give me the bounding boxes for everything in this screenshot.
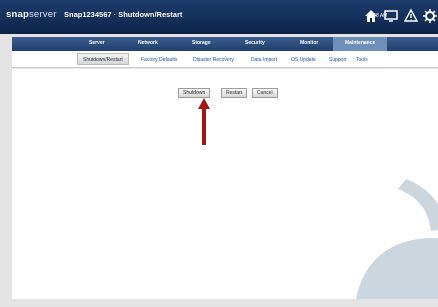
content-panel: Shutdown Restart Cancel — [12, 69, 438, 299]
home-icon[interactable] — [363, 8, 379, 24]
restart-button[interactable]: Restart — [221, 88, 248, 98]
nav-monitor[interactable]: Monitor — [300, 40, 318, 46]
logo-bold-text: snap — [6, 9, 29, 20]
nav-security[interactable]: Security — [245, 40, 265, 46]
gear-icon[interactable] — [422, 8, 438, 24]
snapserver-logo: snapserver — [6, 9, 57, 20]
submenu-tools[interactable]: Tools — [356, 57, 368, 63]
background-watermark — [356, 179, 438, 299]
top-header: snapserver Snap1234567 · Shutdown/Restar… — [0, 0, 438, 34]
nav-server[interactable]: Server — [89, 40, 105, 46]
red-arrow-icon — [198, 98, 210, 145]
monitor-icon[interactable] — [383, 8, 399, 24]
submenu-shutdown-restart[interactable]: Shutdown/Restart — [77, 53, 129, 65]
main-navigation: Server Network Storage Security Monitor … — [12, 37, 438, 51]
cancel-button[interactable]: Cancel — [252, 88, 278, 98]
logo-light-text: server — [28, 9, 57, 20]
nav-maintenance[interactable]: Maintenance — [333, 37, 388, 51]
nav-storage[interactable]: Storage — [192, 40, 211, 46]
maintenance-submenu: Shutdown/Restart Factory Defaults Disast… — [12, 51, 438, 68]
submenu-support[interactable]: Support — [329, 57, 347, 63]
window-title: Snap1234567 · Shutdown/Restart — [64, 10, 183, 19]
alert-icon[interactable] — [403, 8, 419, 24]
nav-network[interactable]: Network — [138, 40, 158, 46]
submenu-factory-defaults[interactable]: Factory Defaults — [141, 57, 177, 63]
submenu-disaster-recovery[interactable]: Disaster Recovery — [193, 57, 234, 63]
submenu-os-update[interactable]: OS Update — [291, 57, 316, 63]
submenu-data-import[interactable]: Data Import — [251, 57, 277, 63]
